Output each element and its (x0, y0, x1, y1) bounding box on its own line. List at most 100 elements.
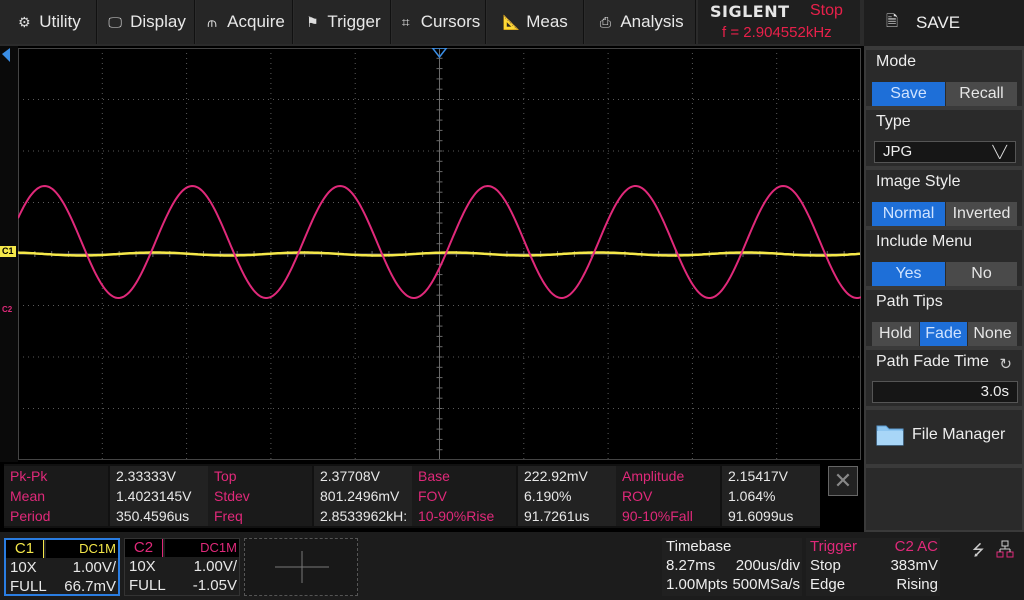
trigger-slope: Rising (896, 576, 938, 593)
file-manager-button[interactable]: File Manager (866, 410, 1022, 464)
path-fade-time-label: Path Fade Time (876, 353, 989, 370)
channel-offset-strip: C1 C2 (0, 46, 18, 462)
acquire-label: Acquire (227, 12, 285, 31)
measurement-value: 1.064% (722, 486, 820, 506)
close-measurements-button[interactable]: ✕ (828, 466, 858, 496)
type-section: Type JPG ╲╱ (866, 110, 1022, 166)
acquire-menu-button[interactable]: ⫙ Acquire (196, 0, 293, 44)
image-style-label: Image Style (876, 173, 961, 190)
trigger-source: C2 AC (894, 538, 938, 555)
utility-label: Utility (39, 12, 81, 31)
mode-save-option[interactable]: Save (872, 82, 946, 106)
measurement-name: Base (412, 466, 516, 486)
measurement-value: 91.6099us (722, 506, 820, 526)
measurement-panel: Pk-Pk 2.33333V Top 2.37708V Base 222.92mV Ampl… (4, 464, 820, 528)
include-menu-toggle: Yes No (872, 262, 1018, 286)
path-fade-time-input[interactable]: 3.0s (872, 381, 1018, 403)
c1-bandwidth: FULL (10, 578, 47, 595)
c2-probe: 10X (129, 558, 156, 575)
trigger-box[interactable]: Trigger C2 AC Stop 383mV Edge Rising (806, 538, 940, 596)
image-style-inverted-option[interactable]: Inverted (946, 202, 1018, 226)
path-tips-none-option[interactable]: None (968, 322, 1018, 346)
measurement-value: 2.37708V (314, 466, 412, 486)
c2-offset: -1.05V (192, 577, 237, 594)
cursors-menu-button[interactable]: ⌗ Cursors (392, 0, 486, 44)
trigger-type: Edge (810, 576, 846, 593)
waveform-grid (17, 47, 862, 460)
plus-icon (275, 551, 329, 583)
c2-scale: 1.00V/ (193, 558, 237, 575)
analysis-icon: ⎙ (599, 13, 611, 30)
cursors-label: Cursors (420, 12, 481, 31)
save-icon: 🗎 (886, 12, 899, 30)
trigger-menu-button[interactable]: ⚑ Trigger (294, 0, 391, 44)
flag-icon: ⚑ (306, 13, 319, 30)
trigger-label: Trigger (810, 538, 857, 555)
mode-label: Mode (876, 53, 917, 70)
measurement-name: Mean (4, 486, 108, 506)
c1-coupling: DC1M (46, 540, 118, 558)
waveform-display[interactable] (17, 47, 862, 460)
analysis-menu-button[interactable]: ⎙ Analysis (585, 0, 696, 44)
folder-icon (876, 425, 904, 446)
frequency-counter: f = 2.904552kHz (722, 24, 832, 41)
c1-scale: 1.00V/ (72, 559, 116, 576)
path-tips-fade-option[interactable]: Fade (920, 322, 968, 346)
sample-rate: 500MSa/s (732, 576, 800, 593)
measurement-value: 1.4023145V (110, 486, 208, 506)
image-style-normal-option[interactable]: Normal (872, 202, 946, 226)
timebase-box[interactable]: Timebase 8.27ms 200us/div 1.00Mpts 500MS… (662, 538, 802, 596)
measurement-name: Amplitude (616, 466, 720, 486)
panel-title: SAVE (916, 13, 961, 32)
c2-bandwidth: FULL (129, 577, 166, 594)
c1-offset-marker[interactable]: C1 (0, 246, 16, 257)
type-label: Type (876, 113, 911, 130)
trigger-level: 383mV (890, 557, 938, 574)
path-tips-toggle: Hold Fade None (872, 322, 1018, 346)
meas-menu-button[interactable]: 📐 Meas (487, 0, 584, 44)
display-menu-button[interactable]: 🖵 Display (98, 0, 195, 44)
c1-offset: 66.7mV (64, 578, 116, 595)
c1-probe: 10X (10, 559, 37, 576)
path-tips-hold-option[interactable]: Hold (872, 322, 920, 346)
include-menu-section: Include Menu Yes No (866, 230, 1022, 286)
timebase-scale: 200us/div (735, 557, 800, 574)
acquire-icon: ⫙ (207, 13, 218, 30)
include-menu-no-option[interactable]: No (946, 262, 1018, 286)
type-value: JPG (883, 143, 913, 160)
c2-coupling: DC1M (165, 539, 239, 557)
analysis-label: Analysis (620, 12, 684, 31)
mode-toggle: Save Recall (872, 82, 1018, 106)
measurement-value: 2.33333V (110, 466, 208, 486)
c2-channel-box[interactable]: C2 DC1M 10X 1.00V/ FULL -1.05V (124, 538, 240, 596)
usb-icon: ⭍ (972, 542, 985, 559)
measurement-value: 91.7261us (518, 506, 616, 526)
measurement-name: Period (4, 506, 108, 526)
run-state[interactable]: Stop (810, 2, 843, 20)
measurement-name: Freq (208, 506, 312, 526)
monitor-icon: 🖵 (108, 13, 122, 30)
include-menu-yes-option[interactable]: Yes (872, 262, 946, 286)
siglent-logo: SIGLENT (710, 2, 790, 21)
path-tips-section: Path Tips Hold Fade None (866, 290, 1022, 346)
measurement-value: 2.8533962kH: (314, 506, 412, 526)
c1-header: C1 DC1M (6, 540, 118, 558)
file-manager-label: File Manager (912, 426, 1006, 443)
panel-empty-slot (866, 468, 1022, 530)
c2-offset-marker[interactable]: C2 (0, 304, 14, 315)
type-select[interactable]: JPG ╲╱ (874, 141, 1016, 163)
path-tips-label: Path Tips (876, 293, 943, 310)
utility-menu-button[interactable]: ⚙ Utility (0, 0, 97, 44)
measurement-value: 6.190% (518, 486, 616, 506)
measurement-name: Pk-Pk (4, 466, 108, 486)
measurement-value: 350.4596us (110, 506, 208, 526)
add-channel-button[interactable] (244, 538, 358, 596)
c1-channel-box[interactable]: C1 DC1M 10X 1.00V/ FULL 66.7mV (4, 538, 120, 596)
refresh-icon[interactable]: ↻ (999, 355, 1012, 373)
image-style-toggle: Normal Inverted (872, 202, 1018, 226)
image-style-section: Image Style Normal Inverted (866, 170, 1022, 226)
mode-recall-option[interactable]: Recall (946, 82, 1018, 106)
path-fade-time-section: Path Fade Time ↻ 3.0s (866, 350, 1022, 406)
memory-depth: 1.00Mpts (666, 576, 728, 593)
network-icon (996, 540, 1014, 558)
